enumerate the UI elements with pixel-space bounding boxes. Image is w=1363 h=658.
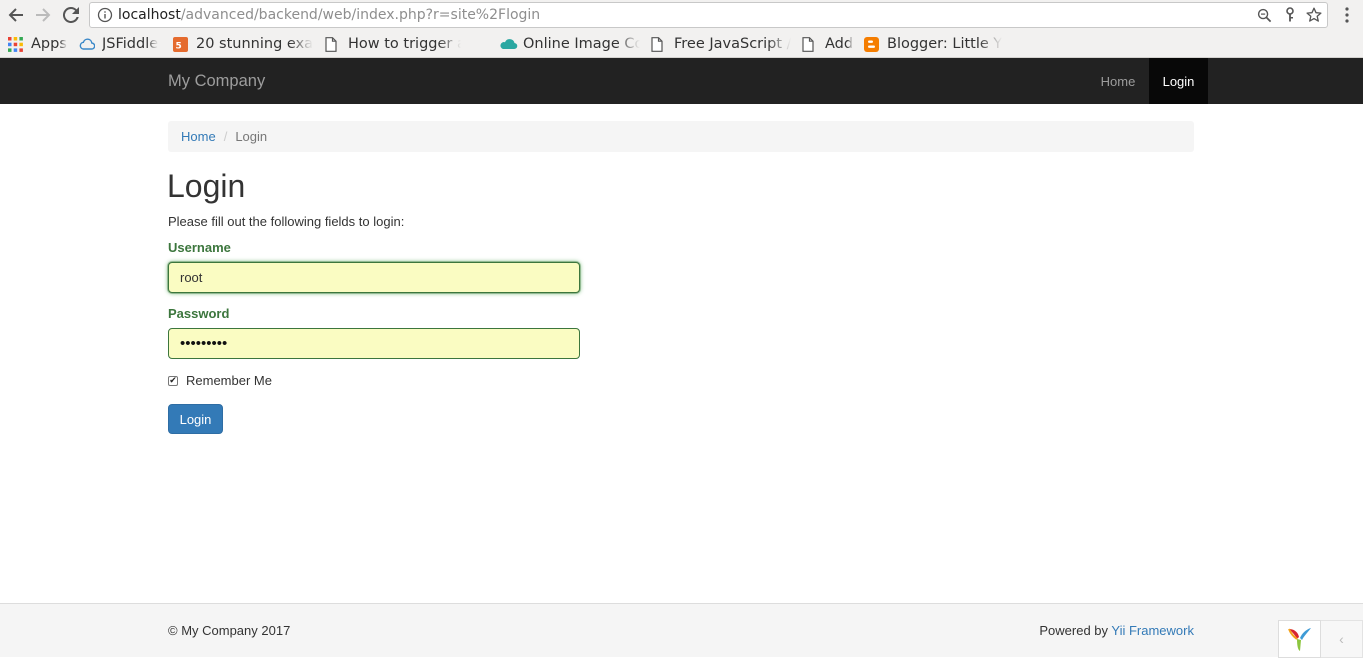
yii-framework-link[interactable]: Yii Framework [1111,623,1194,638]
cloud-icon [500,37,518,52]
bookmark-label: How to trigger a [348,36,461,52]
bookmark-label: Free JavaScript / [674,36,791,52]
remember-me-row: ✔ Remember Me [168,373,272,388]
bookmark-add[interactable]: Add [802,34,862,54]
url-text[interactable]: localhost/advanced/backend/web/index.php… [118,7,540,23]
star-icon[interactable] [1306,7,1322,23]
username-field[interactable]: root [168,262,580,293]
info-icon[interactable] [97,7,113,23]
url-path: /advanced/backend/web/index.php?r=site%2… [180,7,541,23]
bookmark-blogger[interactable]: Blogger: Little Y [864,34,1004,54]
bookmark-label: Apps [31,36,67,52]
yii-debug-toolbar-icon[interactable] [1278,620,1321,658]
bookmark-label: Blogger: Little Y [887,36,1003,52]
bookmarks-bar: Apps JSFiddle 5 20 stunning exa How to t… [0,30,1363,58]
chevron-left-icon[interactable]: ‹ [1321,620,1363,658]
bookmark-free-javascript[interactable]: Free JavaScript / [651,34,791,54]
bookmark-online-image[interactable]: Online Image Co [500,34,640,54]
page-icon [651,36,666,52]
nav-item-home[interactable]: Home [1087,58,1149,104]
breadcrumb: Home / Login [168,121,1194,152]
password-label: Password [168,306,230,321]
svg-text:5: 5 [176,41,182,51]
bookmark-label: Add [825,36,854,52]
reload-icon[interactable] [60,4,82,26]
blogger-icon [864,36,879,52]
bookmark-label: JSFiddle [102,36,159,52]
powered-by: Powered by Yii Framework [1039,623,1194,638]
bookmark-label: Online Image Co [523,36,640,52]
key-icon[interactable] [1282,7,1298,23]
login-button[interactable]: Login [168,404,223,434]
address-bar[interactable]: localhost/advanced/backend/web/index.php… [89,2,1328,28]
page-icon [802,36,817,52]
password-field[interactable]: ••••••••• [168,328,580,359]
breadcrumb-separator: / [223,129,228,144]
bookmark-how-to-trigger[interactable]: How to trigger a [325,34,461,54]
breadcrumb-current: Login [235,129,268,144]
back-arrow-icon[interactable] [5,4,27,26]
html5-icon: 5 [173,36,188,52]
username-label: Username [168,240,231,255]
page-icon [325,36,340,52]
page-title: Login [167,168,246,204]
browser-toolbar: localhost/advanced/backend/web/index.php… [0,0,1363,30]
site-footer: © My Company 2017 Powered by Yii Framewo… [0,603,1363,658]
password-value: ••••••••• [180,335,228,352]
intro-text: Please fill out the following fields to … [168,214,405,229]
url-host: localhost [118,7,181,23]
cloud-icon [79,37,96,52]
zoom-icon[interactable] [1256,7,1272,23]
browser-menu-icon[interactable] [1338,5,1356,25]
bookmark-apps[interactable]: Apps [8,34,78,54]
copyright-text: © My Company 2017 [168,623,291,638]
bookmark-jsfiddle[interactable]: JSFiddle [79,34,163,54]
breadcrumb-home-link[interactable]: Home [181,129,216,144]
username-value: root [180,270,203,285]
remember-me-label[interactable]: Remember Me [186,373,272,388]
forward-arrow-icon[interactable] [32,4,54,26]
bookmark-20-stunning[interactable]: 5 20 stunning exa [173,34,314,54]
nav-item-login[interactable]: Login [1149,58,1208,104]
remember-me-checkbox[interactable]: ✔ [168,375,178,386]
powered-by-prefix: Powered by [1039,623,1112,638]
apps-grid-icon [8,36,23,52]
brand-link[interactable]: My Company [168,72,265,91]
site-navbar: My Company Home Login [0,58,1363,104]
bookmark-label: 20 stunning exa [196,36,314,52]
